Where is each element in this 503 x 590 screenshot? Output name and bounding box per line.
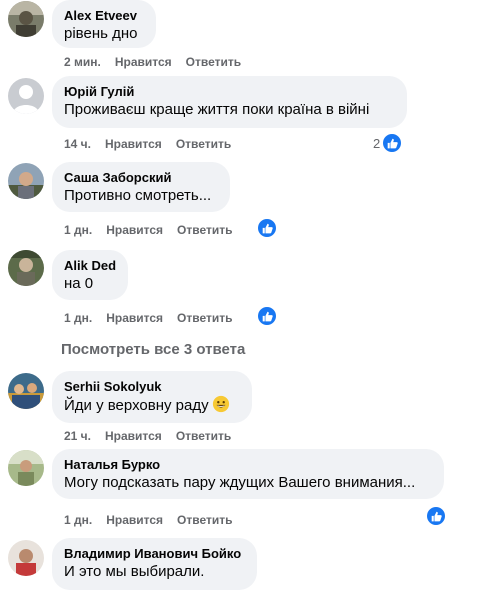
reaction-summary[interactable] xyxy=(256,217,278,239)
comment-text: Могу подсказать пару ждущих Вашего внима… xyxy=(64,474,416,491)
comment-text-wrap: Йди у верховну раду xyxy=(64,395,240,416)
thumbs-up-icon xyxy=(256,217,278,239)
reaction-count: 2 xyxy=(373,135,381,151)
reply-button[interactable]: Ответить xyxy=(176,137,231,151)
like-button[interactable]: Нравится xyxy=(105,429,162,443)
avatar[interactable] xyxy=(8,250,44,286)
avatar[interactable] xyxy=(8,540,44,576)
avatar[interactable] xyxy=(8,163,44,199)
like-button[interactable]: Нравится xyxy=(115,55,172,69)
avatar[interactable] xyxy=(8,450,44,486)
comment-actions: 1 дн. Нравится Ответить xyxy=(64,512,247,528)
thumbs-up-icon xyxy=(256,305,278,327)
comment-text: рівень дно xyxy=(64,25,138,42)
reaction-summary[interactable]: 2 xyxy=(373,132,404,154)
comment-actions: 1 дн. Нравится Ответить xyxy=(64,310,247,326)
comment-time[interactable]: 21 ч. xyxy=(64,429,91,443)
avatar[interactable] xyxy=(8,373,44,409)
comment-text: Противно смотреть... xyxy=(64,187,212,204)
like-button[interactable]: Нравится xyxy=(106,513,163,527)
thumbs-up-icon xyxy=(425,505,447,527)
comment-actions: 14 ч. Нравится Ответить xyxy=(64,136,245,152)
reply-button[interactable]: Ответить xyxy=(176,429,231,443)
comment-author[interactable]: Юрій Гулій xyxy=(64,84,395,100)
grinning-emoji-icon xyxy=(212,395,229,413)
comment-actions: 2 мин. Нравится Ответить xyxy=(64,54,255,70)
comment-time[interactable]: 2 мин. xyxy=(64,55,101,69)
comment-bubble: Наталья Бурко Могу подсказать пару ждущи… xyxy=(52,449,444,499)
comment-time[interactable]: 1 дн. xyxy=(64,223,92,237)
avatar[interactable] xyxy=(8,78,44,114)
comment-actions: 1 дн. Нравится Ответить xyxy=(64,222,247,238)
comment-bubble: Serhii Sokolyuk Йди у верховну раду xyxy=(52,371,252,423)
reply-button[interactable]: Ответить xyxy=(186,55,241,69)
view-replies-link[interactable]: Посмотреть все 3 ответа xyxy=(61,341,245,358)
reaction-summary[interactable] xyxy=(256,305,278,327)
reply-button[interactable]: Ответить xyxy=(177,513,232,527)
comment-actions: 21 ч. Нравится Ответить xyxy=(64,428,245,444)
thumbs-up-icon xyxy=(381,132,404,154)
comment-bubble: Саша Заборский Противно смотреть... xyxy=(52,162,230,212)
comment-bubble: Юрій Гулій Проживаєш краще життя поки кр… xyxy=(52,76,407,128)
comment-bubble: Alik Ded на 0 xyxy=(52,250,128,300)
reaction-summary[interactable] xyxy=(425,505,447,527)
comment-author[interactable]: Alik Ded xyxy=(64,258,116,274)
comment-text: И это мы выбирали. xyxy=(64,563,205,580)
reply-button[interactable]: Ответить xyxy=(177,223,232,237)
comment-author[interactable]: Serhii Sokolyuk xyxy=(64,379,240,395)
comment-text: на 0 xyxy=(64,275,94,292)
like-button[interactable]: Нравится xyxy=(105,137,162,151)
avatar[interactable] xyxy=(8,1,44,37)
like-button[interactable]: Нравится xyxy=(106,223,163,237)
comment-bubble: Владимир Иванович Бойко И это мы выбирал… xyxy=(52,538,257,590)
comment-time[interactable]: 1 дн. xyxy=(64,311,92,325)
like-button[interactable]: Нравится xyxy=(106,311,163,325)
comment-time[interactable]: 1 дн. xyxy=(64,513,92,527)
comment-author[interactable]: Наталья Бурко xyxy=(64,457,432,473)
comment-time[interactable]: 14 ч. xyxy=(64,137,91,151)
comment-author[interactable]: Владимир Иванович Бойко xyxy=(64,546,245,562)
comment-author[interactable]: Alex Etveev xyxy=(64,8,144,24)
comment-text: Проживаєш краще життя поки країна в війн… xyxy=(64,101,370,118)
comment-text: Йди у верховну раду xyxy=(64,397,209,414)
reply-button[interactable]: Ответить xyxy=(177,311,232,325)
comment-author[interactable]: Саша Заборский xyxy=(64,170,218,186)
comment-bubble: Alex Etveev рівень дно xyxy=(52,0,156,48)
